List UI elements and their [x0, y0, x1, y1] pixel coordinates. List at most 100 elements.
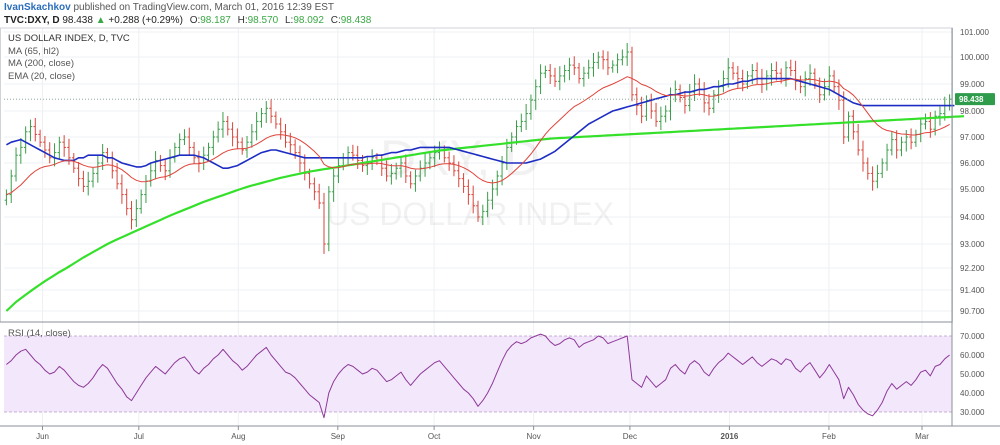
candle — [211, 130, 216, 156]
price-tick-label: 99.000 — [960, 80, 985, 89]
candle — [230, 122, 235, 147]
candle — [697, 78, 702, 96]
candle — [173, 142, 177, 163]
candle — [365, 155, 370, 175]
candle — [187, 127, 192, 156]
candle — [250, 124, 254, 148]
candle — [336, 157, 341, 184]
candle — [639, 96, 644, 124]
candle — [755, 62, 759, 85]
candle — [206, 142, 211, 160]
candle — [197, 150, 201, 173]
candle — [649, 93, 654, 119]
candle — [668, 87, 673, 121]
candle — [86, 171, 91, 196]
candle — [216, 121, 220, 143]
candle — [4, 189, 9, 206]
price-tick-label: 93.000 — [960, 240, 985, 249]
candle — [38, 129, 42, 147]
time-tick-label: Sep — [331, 432, 346, 441]
candle — [760, 68, 764, 93]
candle — [19, 138, 23, 164]
candle — [47, 142, 52, 164]
indicator-legend: US DOLLAR INDEX, D, TVC MA (65, hl2) MA … — [8, 33, 130, 83]
candle — [909, 128, 913, 150]
candle — [630, 46, 634, 102]
candle — [9, 169, 14, 203]
candle — [168, 149, 172, 178]
candle — [245, 135, 249, 158]
candle — [947, 94, 952, 111]
candle — [23, 126, 28, 154]
candle — [692, 74, 697, 102]
time-tick-label: 2016 — [721, 432, 739, 441]
candle — [192, 141, 196, 165]
rsi-band — [4, 336, 952, 412]
candle — [721, 70, 726, 93]
candle — [278, 117, 283, 140]
candle — [923, 113, 928, 130]
candle — [76, 161, 81, 187]
candle — [890, 131, 894, 156]
candle — [274, 111, 278, 129]
time-tick-label: Jun — [36, 432, 49, 441]
candle — [687, 84, 692, 112]
time-tick-label: Jul — [134, 432, 144, 441]
candle — [14, 147, 18, 182]
candle — [659, 106, 663, 130]
candle — [702, 82, 706, 113]
candle — [129, 201, 134, 230]
candle — [562, 64, 567, 83]
candle — [96, 155, 100, 183]
candle — [788, 59, 793, 77]
rsi-tick-label: 50.000 — [960, 370, 985, 379]
candle — [28, 119, 33, 142]
candle — [124, 188, 129, 216]
rsi-tick-label: 60.000 — [960, 351, 985, 360]
candle — [856, 124, 860, 156]
candle — [606, 51, 610, 76]
candle — [153, 151, 158, 180]
candle — [43, 135, 47, 158]
candle — [264, 101, 269, 123]
price-tick-label: 100.000 — [960, 53, 989, 62]
price-tick-label: 96.000 — [960, 159, 985, 168]
time-tick-label: Nov — [526, 432, 540, 441]
candle — [62, 135, 66, 157]
candle — [914, 129, 918, 147]
legend-item-ma200[interactable]: MA (200, close) — [8, 58, 130, 71]
price-tick-label: 98.000 — [960, 107, 985, 116]
candle — [928, 112, 933, 138]
candle — [683, 91, 687, 114]
candle — [861, 140, 865, 172]
candle — [298, 145, 302, 173]
candle — [610, 60, 615, 73]
candle — [880, 158, 885, 179]
candle — [33, 118, 38, 142]
candle — [221, 112, 225, 138]
legend-item-ema20[interactable]: EMA (20, close) — [8, 71, 130, 84]
legend-item-ma65[interactable]: MA (65, hl2) — [8, 46, 130, 59]
candle — [654, 102, 658, 127]
candle — [558, 66, 562, 91]
rsi-tick-label: 70.000 — [960, 332, 985, 341]
candle — [736, 65, 740, 89]
candle — [707, 93, 711, 116]
candle — [139, 189, 143, 214]
candle — [105, 147, 110, 163]
time-tick-label: Feb — [822, 432, 836, 441]
price-tick-label: 101.000 — [960, 28, 989, 37]
legend-title: US DOLLAR INDEX, D, TVC — [8, 33, 130, 44]
chart-canvas[interactable]: DXY, D US DOLLAR INDEX 101.000100.00099.… — [0, 0, 1000, 445]
candle — [764, 70, 769, 91]
price-tick-label: 97.000 — [960, 133, 985, 142]
candle — [586, 59, 591, 79]
candle — [341, 153, 346, 171]
price-tick-label: 91.400 — [960, 286, 985, 295]
time-tick-label: Mar — [915, 432, 929, 441]
price-tick-label: 92.200 — [960, 264, 985, 273]
time-tick-label: Oct — [428, 432, 441, 441]
candle — [57, 136, 62, 159]
price-tick-label: 94.000 — [960, 213, 985, 222]
candle — [875, 164, 880, 189]
